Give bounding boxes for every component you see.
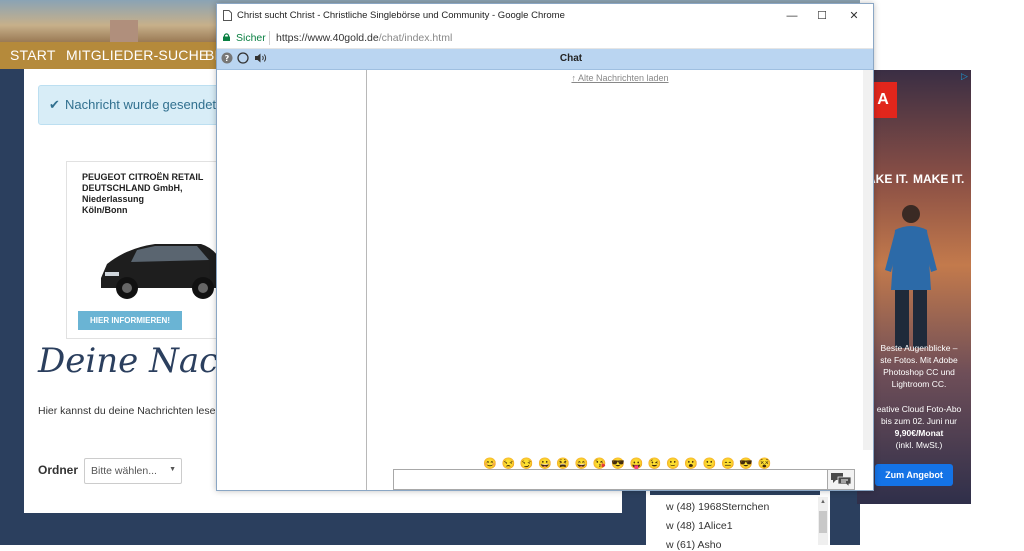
folder-select-value: Bitte wählen... bbox=[91, 465, 157, 477]
ad-offer-line: bis zum 02. Juni nur bbox=[880, 416, 958, 426]
page-subtext: Hier kannst du deine Nachrichten lesen bbox=[38, 405, 222, 417]
list-item[interactable]: w (48) 1Alice1 bbox=[666, 520, 733, 532]
chat-header: ? Chat bbox=[217, 49, 873, 70]
window-titlebar[interactable]: Christ sucht Christ - Christliche Single… bbox=[217, 4, 873, 28]
dealer-ad-line: Köln/Bonn bbox=[82, 205, 128, 215]
ad-headline: MAKE IT. bbox=[913, 172, 965, 186]
ad-body-line: Lightroom CC. bbox=[891, 379, 947, 389]
chat-user-pane bbox=[217, 70, 367, 490]
dealer-info-button[interactable]: HIER INFORMIEREN! bbox=[78, 311, 182, 330]
scroll-up-icon[interactable]: ▲ bbox=[820, 499, 826, 505]
list-item[interactable]: w (48) 1968Sternchen bbox=[666, 501, 769, 513]
adobe-ad[interactable]: A AKE IT. MAKE IT. Beste Augenblicke – s… bbox=[857, 70, 971, 504]
chat-scrollbar[interactable] bbox=[863, 70, 873, 450]
member-list: w (48) 1968Sternchen w (48) 1Alice1 w (6… bbox=[646, 489, 830, 551]
chat-message-pane: ↑ Alte Nachrichten laden bbox=[367, 70, 863, 490]
ad-body-line: Beste Augenblicke – bbox=[880, 343, 958, 353]
dealer-ad[interactable]: PEUGEOT CITROËN RETAIL DEUTSCHLAND GmbH,… bbox=[66, 161, 228, 339]
dealer-ad-line: PEUGEOT CITROËN RETAIL bbox=[82, 172, 204, 182]
load-older-label: Alte Nachrichten laden bbox=[577, 73, 669, 83]
emoji-bar: 😊 😒 😏 😀 😫 😄 😘 😎 😛 😉 🙂 😮 🙂 😑 😎 😵 bbox=[483, 454, 776, 470]
send-button[interactable] bbox=[827, 469, 855, 490]
ad-offer-line: (inkl. MwSt.) bbox=[895, 440, 943, 450]
ad-price: 9,90€/Monat bbox=[894, 428, 944, 438]
ad-body-line: Photoshop CC und bbox=[883, 367, 955, 377]
ad-body-line: ste Fotos. Mit Adobe bbox=[880, 355, 958, 365]
dealer-ad-line: Niederlassung bbox=[82, 194, 145, 204]
caret-down-icon: ▼ bbox=[169, 466, 176, 473]
folder-label: Ordner bbox=[38, 463, 79, 477]
minimize-button[interactable]: — bbox=[777, 6, 807, 26]
ad-offer-button[interactable]: Zum Angebot bbox=[875, 464, 953, 486]
url-host: https://www.40gold.de bbox=[276, 32, 379, 44]
nav-start[interactable]: START bbox=[10, 47, 56, 63]
divider bbox=[269, 31, 270, 45]
secure-label: Sicher bbox=[236, 32, 266, 44]
load-older-link[interactable]: ↑ Alte Nachrichten laden bbox=[367, 73, 873, 83]
lock-icon bbox=[223, 33, 230, 41]
address-bar[interactable]: Sicher https://www.40gold.de/chat/index.… bbox=[217, 28, 873, 49]
chat-title: Chat bbox=[559, 53, 583, 64]
page-icon bbox=[223, 10, 232, 21]
folder-select[interactable]: Bitte wählen... ▼ bbox=[84, 458, 182, 484]
maximize-button[interactable]: ☐ bbox=[807, 6, 837, 26]
scrollbar-thumb[interactable] bbox=[819, 511, 827, 533]
url-path: /chat/index.html bbox=[378, 32, 453, 44]
list-item[interactable]: w (61) Asho bbox=[666, 539, 721, 551]
alert-text: Nachricht wurde gesendet. bbox=[65, 97, 220, 112]
adchoices-icon[interactable]: ▷ bbox=[961, 71, 971, 81]
car-image bbox=[101, 244, 227, 299]
speech-bubbles-icon bbox=[831, 473, 852, 487]
check-icon: ✔ bbox=[49, 97, 60, 112]
ad-offer-line: eative Cloud Foto-Abo bbox=[876, 404, 962, 414]
member-list-scrollbar[interactable]: ▲ bbox=[818, 497, 828, 545]
profile-thumbnail bbox=[110, 20, 138, 42]
nav-member-search[interactable]: MITGLIEDER-SUCHE bbox=[66, 47, 208, 63]
person-image bbox=[885, 205, 937, 348]
chat-popup-window: Christ sucht Christ - Christliche Single… bbox=[216, 3, 874, 491]
dealer-ad-line: DEUTSCHLAND GmbH, bbox=[82, 183, 183, 193]
window-title: Christ sucht Christ - Christliche Single… bbox=[237, 10, 565, 21]
url-text[interactable]: https://www.40gold.de/chat/index.html bbox=[276, 32, 452, 44]
message-input[interactable] bbox=[393, 469, 832, 490]
close-button[interactable]: ✕ bbox=[839, 6, 869, 26]
